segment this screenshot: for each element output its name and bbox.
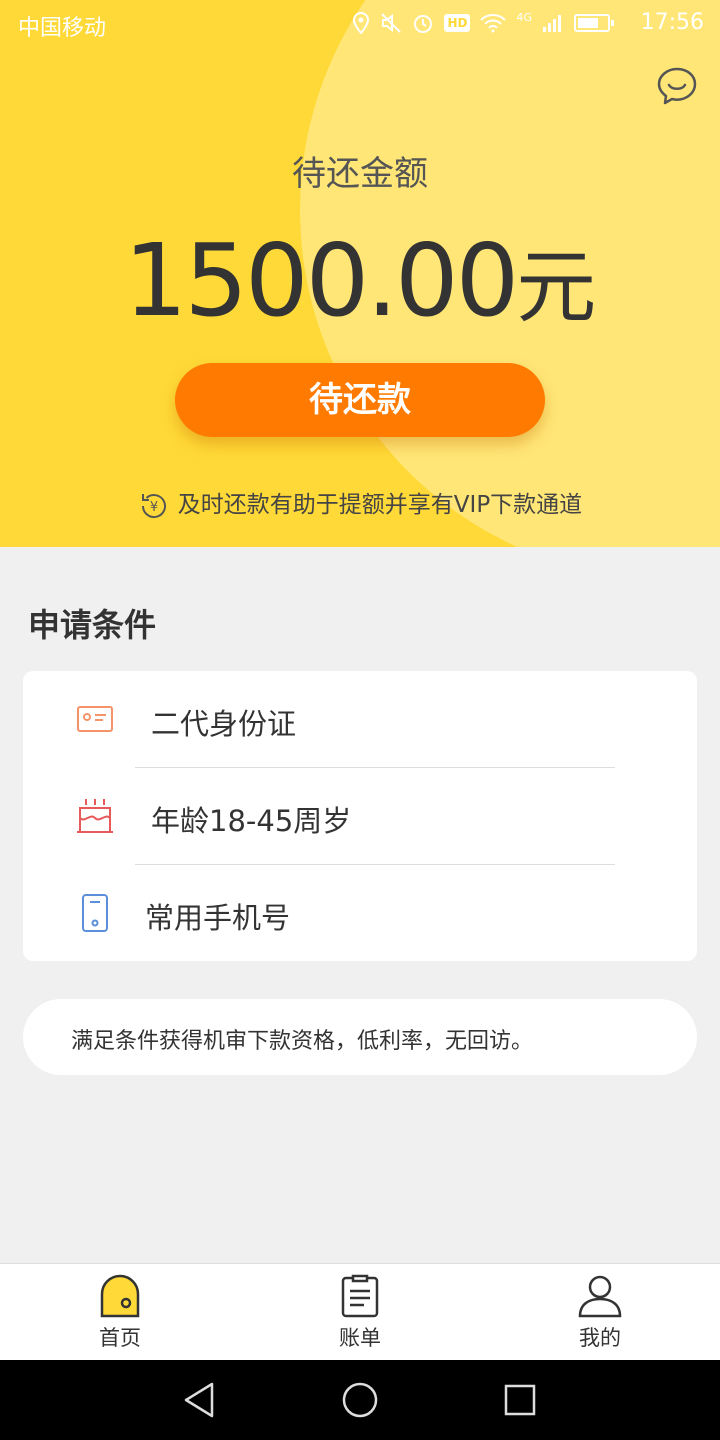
notice-text: 满足条件获得机审下款资格，低利率，无回访。 [71,1029,534,1054]
due-amount-value: 1500.00 [123,222,520,339]
mobile-phone-icon [82,894,108,932]
repay-tip: ¥ 及时还款有助于提额并享有VIP下款通道 [0,485,720,522]
due-amount-label: 待还金额 [292,154,428,194]
tab-label: 我的 [579,1326,621,1350]
mute-icon [381,13,402,33]
location-icon [353,12,370,34]
tab-label: 账单 [339,1326,381,1350]
due-amount-unit: 元 [516,241,597,334]
tab-bar: 首页 账单 我的 [0,1263,720,1360]
due-amount: 1500.00元 [0,222,720,339]
back-icon[interactable] [180,1380,220,1420]
repay-button[interactable]: 待还款 [175,363,545,437]
svg-text:¥: ¥ [150,500,158,515]
home-icon [100,1274,140,1318]
status-bar: 中国移动 HD 4G 17:56 [0,0,720,48]
profile-icon [578,1275,622,1318]
battery-icon [574,14,614,32]
hd-icon: HD [444,14,471,32]
condition-age: 年龄18-45周岁 [23,768,697,864]
condition-phone: 常用手机号 [23,865,697,961]
network-type: 4G [516,11,532,24]
repay-cycle-icon: ¥ [141,493,166,518]
conditions-card: 二代身份证 年龄18-45周岁 常用手机号 [23,671,697,961]
condition-label: 二代身份证 [151,707,297,741]
recents-icon[interactable] [500,1380,540,1420]
tab-home[interactable]: 首页 [60,1264,180,1361]
bill-icon [341,1274,379,1318]
id-card-icon [77,706,113,732]
condition-id-card: 二代身份证 [23,671,697,767]
tab-profile[interactable]: 我的 [540,1264,660,1361]
birthday-cake-icon [77,799,113,833]
condition-label: 年龄18-45周岁 [151,804,352,838]
tab-label: 首页 [99,1326,141,1350]
condition-label: 常用手机号 [145,901,291,935]
status-icons: HD 4G [352,11,614,34]
system-nav-bar [0,1360,720,1440]
chat-icon[interactable] [656,66,698,106]
conditions-title: 申请条件 [28,606,157,644]
home-circle-icon[interactable] [340,1380,380,1420]
carrier-name: 中国移动 [18,16,107,41]
clock: 17:56 [640,10,704,35]
signal-icon [543,15,561,32]
notice-banner: 满足条件获得机审下款资格，低利率，无回访。 [23,999,697,1075]
tab-bills[interactable]: 账单 [300,1264,420,1361]
alarm-icon [414,15,433,33]
repay-tip-text: 及时还款有助于提额并享有VIP下款通道 [177,492,583,518]
wifi-icon [480,14,507,33]
